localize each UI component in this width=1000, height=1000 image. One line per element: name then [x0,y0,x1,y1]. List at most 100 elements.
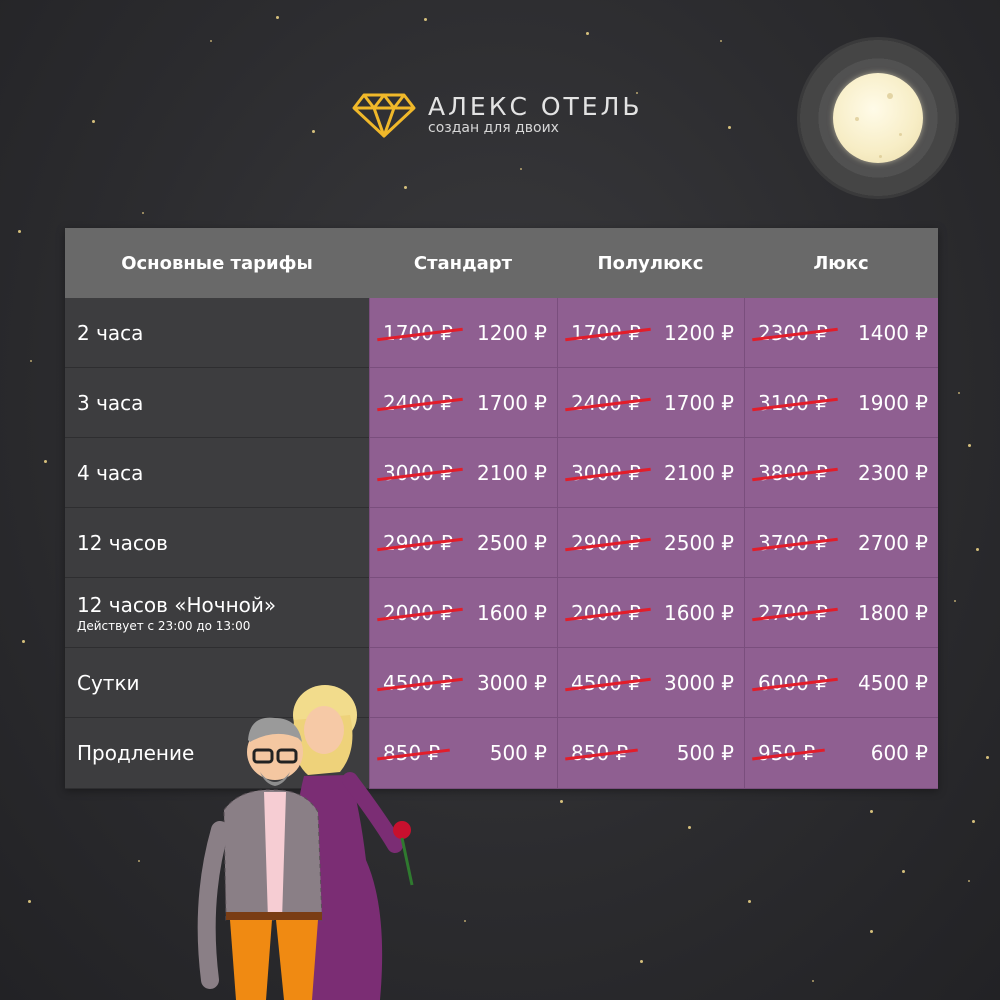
new-price: 1700 ₽ [664,390,734,415]
tariff-label-cell: 12 часов «Ночной» Действует с 23:00 до 13… [65,578,369,648]
price-cell: 3800 ₽ 2300 ₽ [744,438,938,508]
star-icon [640,960,643,963]
star-icon [870,810,873,813]
couple-illustration [197,685,414,1000]
price-cell: 6000 ₽ 4500 ₽ [744,648,938,718]
old-price: 850 ₽ [571,741,629,765]
price-cell: 2000 ₽ 1600 ₽ [369,578,557,648]
tariff-name: 4 часа [77,460,144,485]
new-price: 500 ₽ [489,741,547,765]
old-price: 3000 ₽ [383,460,453,485]
diamond-icon [352,93,416,138]
new-price: 3000 ₽ [477,670,547,695]
star-icon [424,18,427,21]
price-cell: 3100 ₽ 1900 ₽ [744,368,938,438]
old-price: 3000 ₽ [571,460,641,485]
tariff-name: 3 часа [77,390,144,415]
old-price: 2400 ₽ [383,390,453,415]
star-icon [404,186,407,189]
price-cell: 2700 ₽ 1800 ₽ [744,578,938,648]
star-icon [958,392,960,394]
star-icon [870,930,873,933]
star-icon [92,120,95,123]
price-cell: 1700 ₽ 1200 ₽ [369,298,557,368]
tariff-label-cell: 4 часа [65,438,369,508]
old-price: 4500 ₽ [571,670,641,695]
header-semi-lux: Полулюкс [597,252,704,274]
star-icon [520,168,522,170]
old-price: 6000 ₽ [758,670,828,695]
new-price: 1200 ₽ [664,320,734,345]
star-icon [142,212,144,214]
price-cell: 4500 ₽ 3000 ₽ [557,648,744,718]
new-price: 1600 ₽ [477,600,547,625]
old-price: 2300 ₽ [758,320,828,345]
tariff-name: 2 часа [77,320,144,345]
price-cell: 2400 ₽ 1700 ₽ [369,368,557,438]
old-price: 2900 ₽ [571,530,641,555]
star-icon [276,16,279,19]
price-cell: 3000 ₽ 2100 ₽ [369,438,557,508]
star-icon [560,800,563,803]
moon-icon [797,37,959,199]
price-cell: 2300 ₽ 1400 ₽ [744,298,938,368]
new-price: 600 ₽ [870,741,928,765]
new-price: 1800 ₽ [858,600,928,625]
old-price: 1700 ₽ [571,320,641,345]
new-price: 2700 ₽ [858,530,928,555]
old-price: 950 ₽ [758,741,816,765]
new-price: 2500 ₽ [664,530,734,555]
brand-name: АЛЕКС ОТЕЛЬ [428,92,643,121]
star-icon [22,640,25,643]
star-icon [902,870,905,873]
star-icon [986,756,989,759]
table-row: 4 часа 3000 ₽ 2100 ₽ 3000 ₽ 2100 ₽ 3800 ₽ 2300… [65,438,938,508]
star-icon [972,820,975,823]
star-icon [968,880,970,882]
table-row: 3 часа 2400 ₽ 1700 ₽ 2400 ₽ 1700 ₽ 3100 ₽ 1900… [65,368,938,438]
old-price: 2400 ₽ [571,390,641,415]
new-price: 2300 ₽ [858,460,928,485]
new-price: 1200 ₽ [477,320,547,345]
price-cell: 2400 ₽ 1700 ₽ [557,368,744,438]
new-price: 2500 ₽ [477,530,547,555]
new-price: 2100 ₽ [477,460,547,485]
old-price: 2000 ₽ [571,600,641,625]
price-cell: 950 ₽ 600 ₽ [744,718,938,789]
star-icon [464,920,466,922]
tariff-label-cell: 3 часа [65,368,369,438]
old-price: 2900 ₽ [383,530,453,555]
price-cell: 2900 ₽ 2500 ₽ [557,508,744,578]
old-price: 3700 ₽ [758,530,828,555]
star-icon [312,130,315,133]
old-price: 2700 ₽ [758,600,828,625]
header-lux: Люкс [813,252,869,274]
header-standard: Стандарт [413,252,513,274]
new-price: 4500 ₽ [858,670,928,695]
old-price: 1700 ₽ [383,320,453,345]
tariff-label-cell: 2 часа [65,298,369,368]
price-cell: 1700 ₽ 1200 ₽ [557,298,744,368]
star-icon [968,444,971,447]
star-icon [728,126,731,129]
new-price: 1700 ₽ [477,390,547,415]
tariff-name: 12 часов [77,530,168,555]
price-cell: 850 ₽ 500 ₽ [557,718,744,789]
tariff-note: Действует с 23:00 до 13:00 [77,618,251,633]
new-price: 1900 ₽ [858,390,928,415]
new-price: 500 ₽ [676,741,734,765]
brand-tagline: создан для двоих [428,120,559,136]
table-row: 12 часов 2900 ₽ 2500 ₽ 2900 ₽ 2500 ₽ 3700 ₽ 27… [65,508,938,578]
star-icon [812,980,814,982]
table-header: Основные тарифы Стандарт Полулюкс Люкс [65,228,938,298]
new-price: 1600 ₽ [664,600,734,625]
star-icon [30,360,32,362]
new-price: 2100 ₽ [664,460,734,485]
star-icon [18,230,21,233]
new-price: 3000 ₽ [664,670,734,695]
star-icon [688,826,691,829]
table-row: 12 часов «Ночной» Действует с 23:00 до 13… [65,578,938,648]
price-cell: 3000 ₽ 2100 ₽ [557,438,744,508]
star-icon [28,900,31,903]
table-row: 2 часа 1700 ₽ 1200 ₽ 1700 ₽ 1200 ₽ 2300 ₽ 1400… [65,298,938,368]
